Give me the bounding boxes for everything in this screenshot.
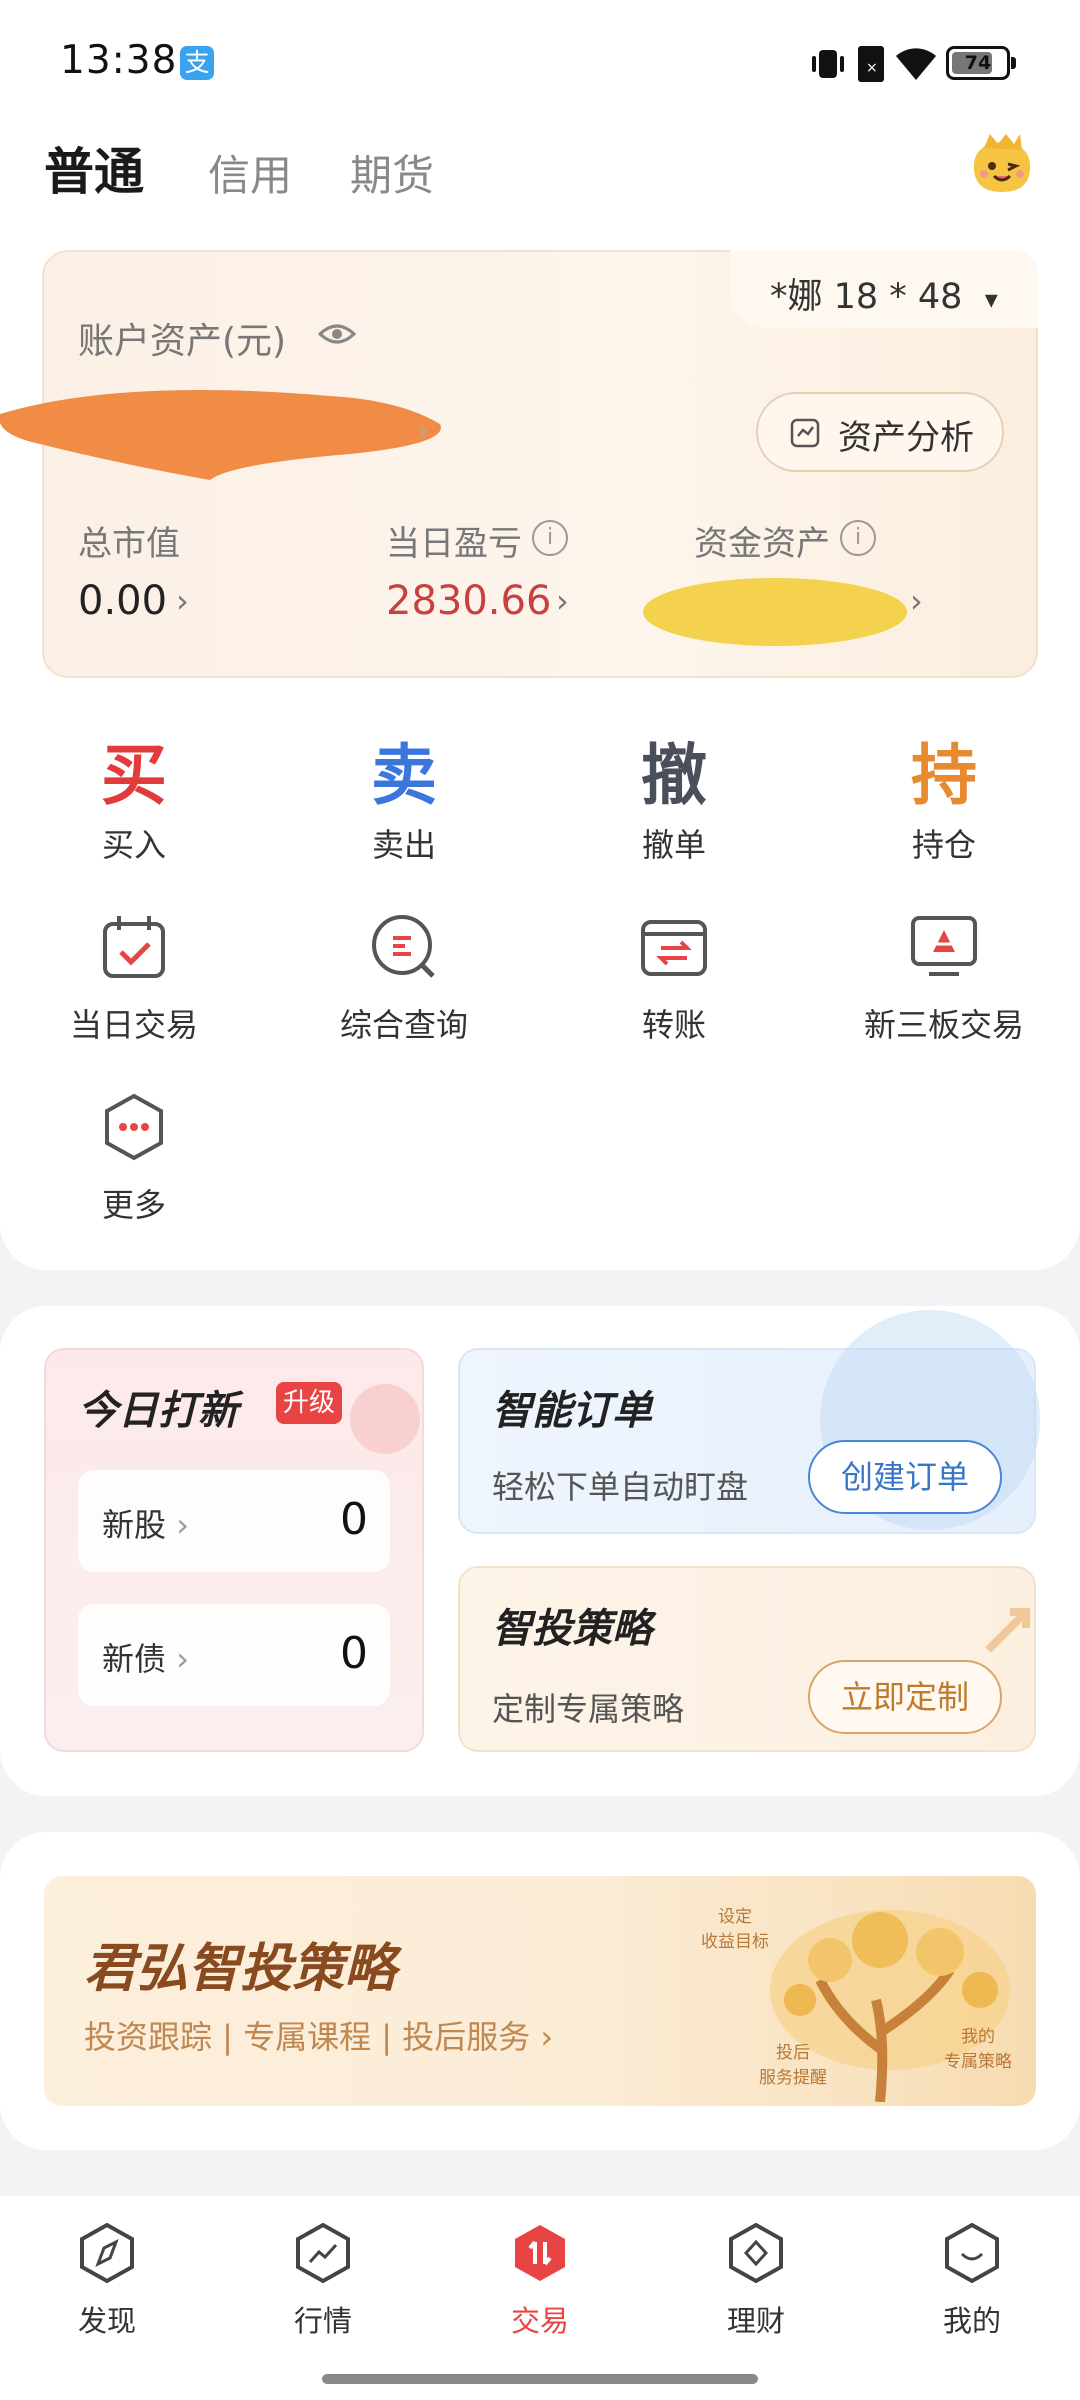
nav-mine[interactable]: 我的	[912, 2298, 1032, 2340]
tree-label-strategy: 我的 专属策略	[944, 2027, 1012, 2072]
upgrade-badge[interactable]: 升级	[276, 1382, 342, 1424]
vibrate-icon	[812, 50, 844, 78]
trend-icon[interactable]	[294, 2222, 352, 2284]
tab-credit[interactable]: 信用	[208, 142, 292, 203]
tree-label-goal: 设定 收益目标	[701, 1907, 769, 1952]
redaction-mark	[0, 390, 441, 480]
account-asset-label: 账户资产(元)	[78, 321, 287, 362]
smart-order-subtitle: 轻松下单自动盯盘	[492, 1468, 749, 1506]
query-button[interactable]: 综合查询	[324, 1000, 484, 1046]
alipay-notification-icon: 支	[180, 46, 214, 80]
calendar-check-icon[interactable]	[99, 912, 169, 982]
sim-card-icon	[858, 46, 884, 82]
home-indicator[interactable]	[322, 2374, 758, 2384]
status-time: 13:38	[60, 38, 178, 83]
tab-normal[interactable]: 普通	[44, 132, 144, 204]
tab-futures[interactable]: 期货	[350, 142, 434, 203]
profile-icon[interactable]	[943, 2222, 1001, 2284]
transfer-icon[interactable]	[639, 912, 709, 982]
account-id[interactable]: *娜 18 * 48 ▾	[770, 268, 998, 319]
arrow-up-icon	[985, 1608, 1030, 1653]
search-list-icon[interactable]	[369, 912, 439, 982]
more-dots-icon[interactable]	[99, 1092, 169, 1162]
cancel-order-glyph[interactable]: 撤	[614, 722, 734, 818]
diamond-icon[interactable]	[727, 2222, 785, 2284]
sell-button[interactable]: 卖出	[344, 820, 464, 866]
mascot-avatar-icon[interactable]	[966, 130, 1038, 198]
wifi-icon	[896, 48, 936, 80]
trade-icon[interactable]	[511, 2222, 569, 2284]
new-bond-count: 0	[340, 1628, 368, 1679]
banner-subtitle: 投资跟踪 | 专属课程 | 投后服务 ›	[84, 2018, 554, 2056]
chevron-down-icon: ▾	[984, 285, 998, 315]
info-icon[interactable]: i	[840, 520, 876, 556]
tree-label-service: 投后 服务提醒	[759, 2043, 827, 2088]
daily-trades-button[interactable]: 当日交易	[54, 1000, 214, 1046]
redaction-mark	[643, 578, 907, 646]
buy-button[interactable]: 买入	[74, 820, 194, 866]
monitor-chart-icon[interactable]	[909, 912, 979, 982]
nav-wealth[interactable]: 理财	[696, 2298, 816, 2340]
strategy-title: 智投策略	[492, 1606, 652, 1652]
chevron-right-icon: ›	[556, 582, 569, 620]
daily-pnl-label: 当日盈亏	[386, 524, 522, 564]
battery-level: 74	[964, 52, 992, 74]
more-button[interactable]: 更多	[74, 1180, 194, 1226]
market-value[interactable]: 0.00	[78, 578, 167, 624]
chevron-right-icon: ›	[910, 582, 923, 620]
ipo-decoration	[350, 1384, 420, 1454]
sell-glyph[interactable]: 卖	[344, 722, 464, 818]
holdings-button[interactable]: 持仓	[884, 820, 1004, 866]
battery-icon: 74	[946, 46, 1016, 80]
strategy-subtitle: 定制专属策略	[492, 1690, 685, 1728]
nav-trade[interactable]: 交易	[480, 2298, 600, 2340]
new-stock-count: 0	[340, 1494, 368, 1545]
new-bond-label: 新债 ›	[102, 1640, 189, 1678]
create-order-button[interactable]: 创建订单	[808, 1440, 1002, 1514]
cash-asset-label: 资金资产	[694, 524, 830, 564]
chevron-right-icon: ›	[176, 582, 189, 620]
customize-now-button[interactable]: 立即定制	[808, 1660, 1002, 1734]
chevron-right-icon: ›	[418, 416, 429, 446]
banner-title: 君弘智投策略	[84, 1939, 397, 1999]
new-stock-label: 新股 ›	[102, 1506, 189, 1544]
daily-pnl-value[interactable]: 2830.66	[386, 578, 551, 624]
eye-icon[interactable]	[318, 320, 356, 348]
buy-glyph[interactable]: 买	[74, 722, 194, 818]
holdings-glyph[interactable]: 持	[884, 722, 1004, 818]
nav-market[interactable]: 行情	[263, 2298, 383, 2340]
transfer-button[interactable]: 转账	[594, 1000, 754, 1046]
compass-icon[interactable]	[78, 2222, 136, 2284]
ipo-title: 今日打新	[78, 1388, 238, 1434]
smart-order-title: 智能订单	[492, 1388, 652, 1434]
neeq-trade-button[interactable]: 新三板交易	[849, 1000, 1039, 1046]
info-icon[interactable]: i	[532, 520, 568, 556]
nav-discover[interactable]: 发现	[47, 2298, 167, 2340]
asset-analysis-label: 资产分析	[838, 418, 974, 458]
cancel-order-button[interactable]: 撤单	[614, 820, 734, 866]
market-value-label: 总市值	[78, 524, 180, 564]
analysis-icon	[790, 418, 820, 448]
